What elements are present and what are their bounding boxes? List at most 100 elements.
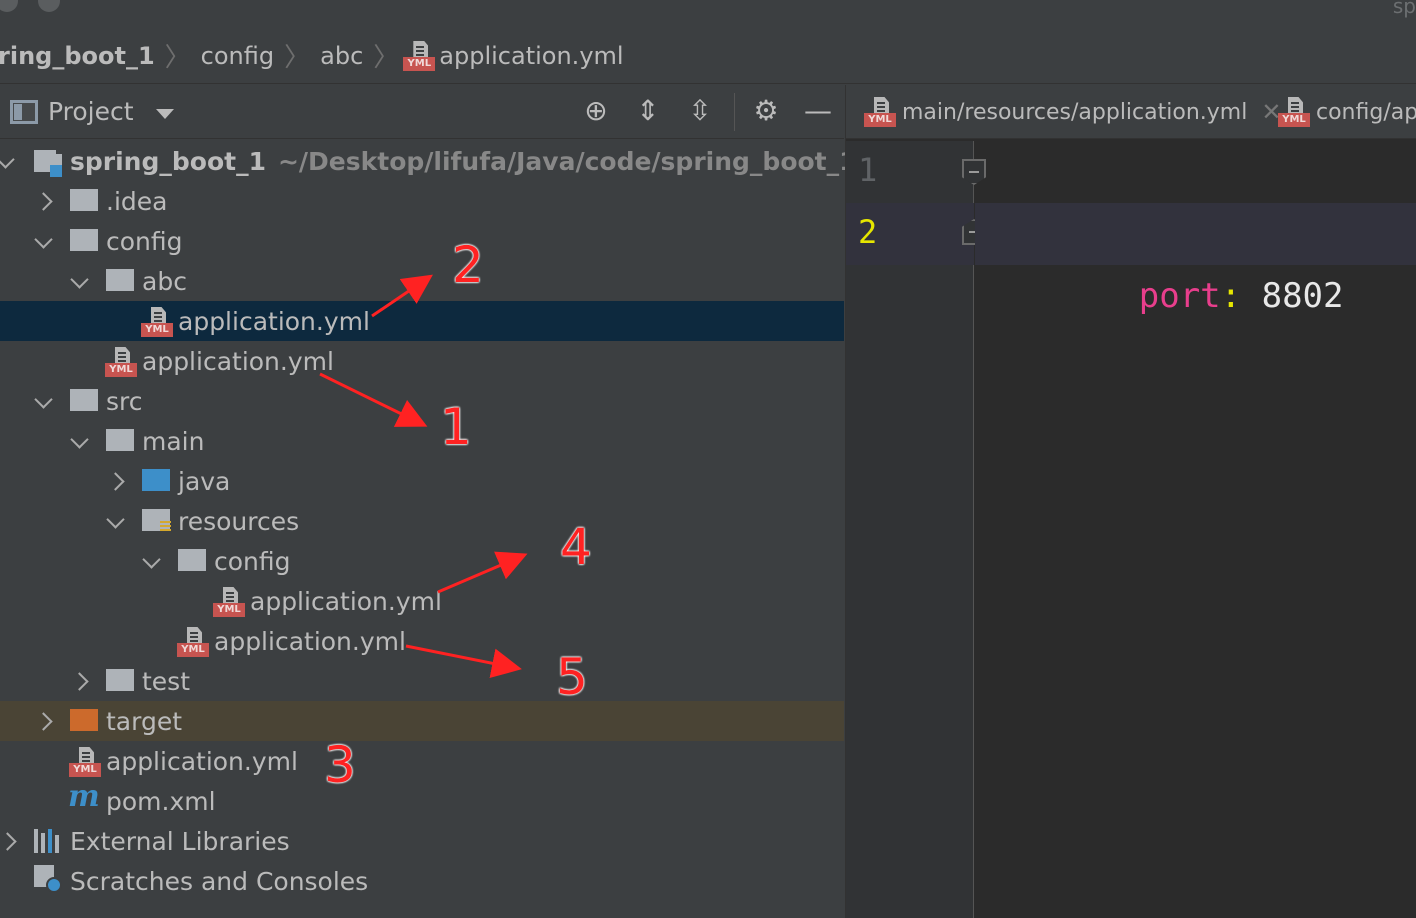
tree-item-config-abc-application-yml[interactable]: YML application.yml [0,301,844,341]
chevron-down-icon[interactable] [142,551,162,571]
code-line-current: port: 8802 [975,203,1416,316]
yml-file-icon: YML [864,97,896,127]
chevron-down-icon[interactable] [70,431,90,451]
tree-item-label: src [106,386,143,416]
chevron-down-icon[interactable] [34,231,54,251]
collapse-all-icon[interactable]: ⇳ [684,95,716,127]
code-area[interactable]: server: port: 8802 [975,141,1416,918]
tab-label: main/resources/application.yml [902,99,1248,125]
chevron-down-icon[interactable] [106,511,126,531]
tree-item-label: config [106,226,183,256]
source-folder-icon [142,469,170,491]
tree-item-test[interactable]: test [0,661,844,701]
tree-item-label: target [106,706,183,736]
tree-item-external-libraries[interactable]: External Libraries [0,821,844,861]
yml-file-icon: YML [1278,97,1310,127]
breadcrumb-separator: 〉 [284,43,311,73]
tree-item-label: application.yml [142,346,334,376]
tree-item-pom-xml[interactable]: m pom.xml [0,779,844,821]
annotation-number-3: 3 [324,736,356,794]
yml-file-icon: YML [69,747,101,777]
chevron-down-icon[interactable] [0,151,16,171]
line-number: 1 [858,151,878,189]
yaml-key: port [1097,276,1221,316]
chevron-right-icon[interactable] [0,831,20,851]
breadcrumb: ring_boot_1 〉 config 〉 abc 〉 YML applica… [0,28,1416,84]
tree-item-label: resources [178,506,300,536]
window-title: sp [1392,0,1416,18]
tree-item-label: spring_boot_1 [70,146,266,176]
locate-icon[interactable]: ⊕ [580,95,612,127]
yml-file-icon: YML [177,627,209,657]
tree-item-main[interactable]: main [0,421,844,461]
annotation-number-2: 2 [452,236,484,294]
tree-item-resources-application-yml[interactable]: YML application.yml [0,621,844,661]
scratch-icon [34,865,64,895]
yml-file-icon: YML [403,40,436,71]
tree-item-idea[interactable]: .idea [0,181,844,221]
chevron-down-icon[interactable] [34,391,54,411]
folder-icon [70,229,98,251]
folder-icon [106,429,134,451]
tree-item-label: External Libraries [70,826,290,856]
yml-file-icon: YML [105,347,137,377]
tree-item-scratches[interactable]: Scratches and Consoles [0,861,844,901]
tree-item-label: pom.xml [106,786,216,816]
tree-item-abc[interactable]: abc [0,261,844,301]
minimize-icon[interactable]: — [802,95,834,127]
folder-icon [178,549,206,571]
project-view-icon [10,100,38,124]
breadcrumb-config[interactable]: config [195,42,280,70]
window-minimize-button[interactable] [38,0,60,12]
yaml-colon: : [1220,276,1242,316]
chevron-down-icon[interactable] [155,108,174,119]
tree-item-label: config [214,546,291,576]
tree-item-resources-config-application-yml[interactable]: YML application.yml [0,581,844,621]
resources-badge-icon [160,521,171,533]
yml-file-icon: YML [213,587,245,617]
toolbar-divider [734,93,735,131]
annotation-number-1: 1 [440,398,472,456]
chevron-right-icon[interactable] [108,471,128,491]
module-badge-icon [50,165,62,177]
folder-icon [70,389,98,411]
tab-main-resources-application-yml[interactable]: YML main/resources/application.yml ✕ [864,85,1281,138]
editor-pane[interactable]: YML main/resources/application.yml ✕ YML… [845,85,1416,918]
project-panel-title[interactable]: Project [48,97,134,126]
tree-item-java[interactable]: java [0,461,844,501]
tree-item-resources[interactable]: resources [0,501,844,541]
tree-item-config[interactable]: config [0,221,844,261]
tree-item-target[interactable]: target [0,701,844,741]
tree-item-src[interactable]: src [0,381,844,421]
gear-icon[interactable]: ⚙ [750,95,782,127]
tree-item-label: abc [142,266,187,296]
window-titlebar: sp [0,0,1416,28]
breadcrumb-project[interactable]: ring_boot_1 [0,42,161,70]
tree-item-config-application-yml[interactable]: YML application.yml [0,341,844,381]
tab-config-application-yml[interactable]: YML config/app [1278,85,1416,138]
breadcrumb-file[interactable]: application.yml [435,42,629,70]
chevron-down-icon[interactable] [70,271,90,291]
annotation-number-5: 5 [556,648,588,706]
folder-icon [106,269,134,291]
maven-icon: m [68,779,100,814]
line-number-current: 2 [858,213,878,251]
yaml-value: 8802 [1241,276,1344,316]
tab-label: config/app [1316,99,1416,125]
tree-item-spring-boot-1[interactable]: spring_boot_1 ~/Desktop/lifufa/Java/code/… [0,141,857,181]
library-icon [34,829,64,853]
tree-item-root-application-yml[interactable]: YML application.yml [0,741,844,781]
excluded-folder-icon [70,709,98,731]
chevron-right-icon[interactable] [36,191,56,211]
folder-icon [106,669,134,691]
project-panel: Project ⊕ ⇕ ⇳ ⚙ — spring_boot_1 ~/Desktop… [0,85,857,918]
chevron-right-icon[interactable] [36,711,56,731]
tree-item-resources-config[interactable]: config [0,541,844,581]
window-close-button[interactable] [0,0,18,12]
tree-item-label: test [142,666,191,696]
project-path: ~/Desktop/lifufa/Java/code/spring_boot_1 [277,146,857,176]
expand-all-icon[interactable]: ⇕ [632,95,664,127]
breadcrumb-abc[interactable]: abc [314,42,369,70]
project-tree: spring_boot_1 ~/Desktop/lifufa/Java/code/… [0,141,857,901]
chevron-right-icon[interactable] [72,671,92,691]
